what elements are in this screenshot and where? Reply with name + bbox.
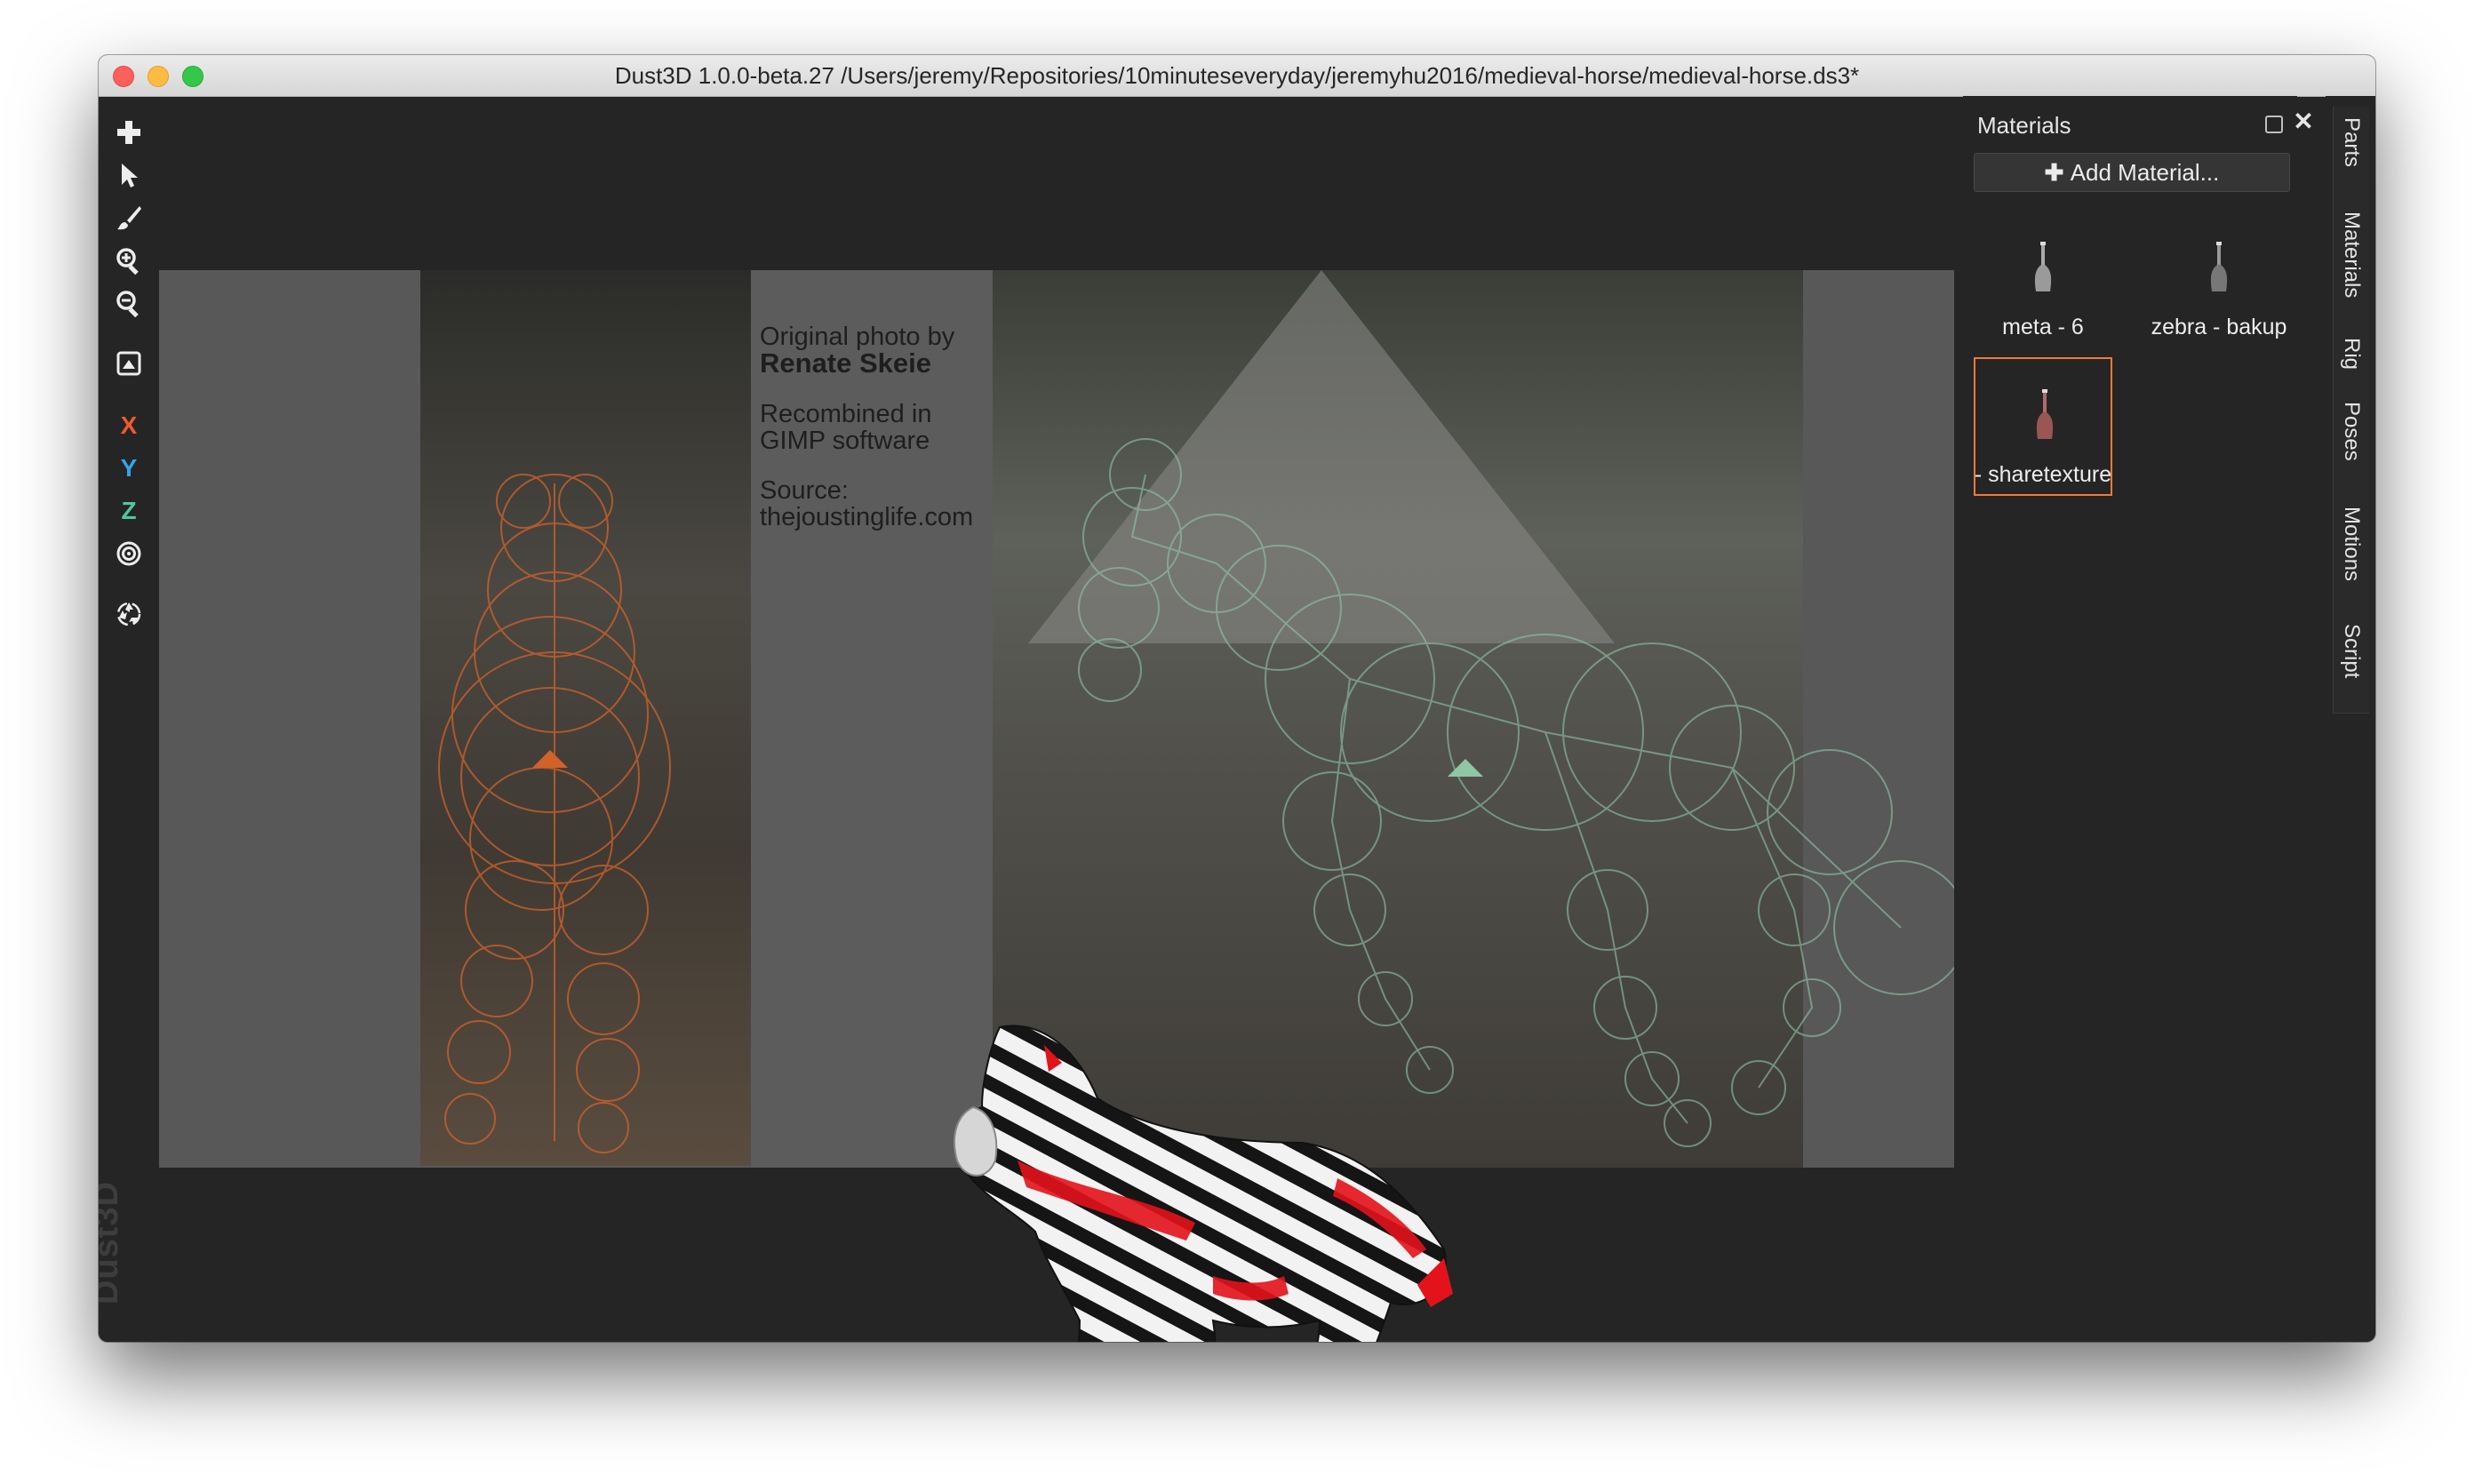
- materials-panel: Materials ✕ ✚ Add Material... meta - 6 z…: [1963, 96, 2314, 1342]
- zebra-3d-model: [954, 1025, 1453, 1342]
- material-label: meta - 6: [2002, 315, 2084, 339]
- tab-rig[interactable]: Rig: [2333, 327, 2369, 392]
- paint-tool-button[interactable]: [110, 199, 148, 236]
- zebra-body: [954, 1025, 1453, 1342]
- axis-y-button[interactable]: Y: [110, 450, 148, 487]
- recycle-icon: [116, 602, 141, 626]
- recycle-button[interactable]: [110, 595, 148, 633]
- tab-materials[interactable]: Materials: [2333, 201, 2369, 328]
- window-title: Dust3D 1.0.0-beta.27 /Users/jeremy/Repos…: [614, 62, 1860, 89]
- material-item-selected[interactable]: - sharetexture: [1974, 357, 2112, 496]
- front-view-nodes: [438, 474, 671, 1153]
- add-tool-button[interactable]: [110, 114, 148, 151]
- material-item[interactable]: meta - 6: [1974, 211, 2112, 350]
- material-preview-icon: [2210, 242, 2228, 291]
- camera-button[interactable]: [110, 345, 148, 382]
- materials-panel-title: Materials: [1977, 112, 2071, 139]
- axis-x-button[interactable]: X: [110, 407, 148, 444]
- paint-brush-icon: [117, 206, 141, 230]
- radial-button[interactable]: [110, 535, 148, 572]
- axis-z-button[interactable]: Z: [110, 492, 148, 530]
- title-bar: Dust3D 1.0.0-beta.27 /Users/jeremy/Repos…: [99, 55, 2375, 97]
- select-tool-button[interactable]: [110, 156, 148, 194]
- tab-parts[interactable]: Parts: [2333, 107, 2369, 202]
- side-tab-strip: Parts Materials Rig Poses Motions Script: [2326, 96, 2375, 1342]
- material-preview-icon: [2036, 389, 2054, 439]
- material-preview-icon: [2034, 242, 2052, 291]
- add-icon: [117, 121, 140, 144]
- material-label: zebra - bakup: [2151, 315, 2287, 339]
- app-window: Dust3D 1.0.0-beta.27 /Users/jeremy/Repos…: [99, 55, 2375, 1342]
- left-toolbar: X Y Z Dust3D: [99, 96, 166, 1342]
- camera-icon: [116, 351, 141, 376]
- add-material-button[interactable]: ✚ Add Material...: [1974, 153, 2290, 192]
- tab-motions[interactable]: Motions: [2333, 496, 2369, 614]
- tab-script[interactable]: Script: [2333, 613, 2369, 714]
- material-label: - sharetexture: [1974, 462, 2112, 487]
- zoom-in-button[interactable]: [110, 242, 148, 279]
- tab-poses[interactable]: Poses: [2333, 391, 2369, 497]
- zoom-in-icon: [116, 248, 139, 275]
- plus-icon: ✚: [2044, 159, 2071, 186]
- select-icon: [122, 164, 138, 187]
- float-panel-icon[interactable]: [2265, 116, 2283, 133]
- zoom-out-icon: [116, 291, 139, 317]
- radial-icon: [116, 541, 141, 566]
- zoom-out-button[interactable]: [110, 284, 148, 322]
- material-item[interactable]: zebra - bakup: [2150, 211, 2288, 350]
- dust3d-logo: Dust3D: [99, 1180, 125, 1304]
- front-view-pivot: [532, 750, 568, 768]
- close-panel-icon[interactable]: ✕: [2290, 108, 2317, 135]
- model-canvas[interactable]: Original photo by Renate Skeie Recombine…: [159, 270, 1954, 1342]
